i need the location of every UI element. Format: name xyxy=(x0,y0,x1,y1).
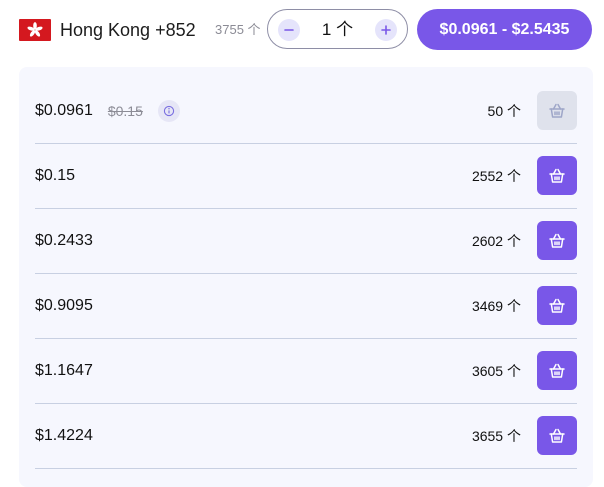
basket-icon xyxy=(549,428,565,443)
price-range-button[interactable]: $0.0961 - $2.5435 xyxy=(417,9,592,50)
price-tier-row: $1.1647 3605 个 xyxy=(35,339,577,404)
basket-icon xyxy=(549,233,565,248)
add-to-cart-button[interactable] xyxy=(537,221,577,260)
basket-icon xyxy=(549,298,565,313)
basket-icon xyxy=(549,363,565,378)
add-to-cart-button[interactable] xyxy=(537,351,577,390)
tier-price: $0.15 xyxy=(35,167,76,184)
price-tier-row: $0.0961 $0.15 50 个 xyxy=(35,79,577,144)
tier-count: 50 个 xyxy=(487,103,521,119)
tier-price: $0.0961 xyxy=(35,102,93,119)
quantity-value[interactable]: 1 个 xyxy=(308,19,367,41)
minus-icon xyxy=(284,29,294,31)
header-bar: Hong Kong +852 3755 个 1 个 $0.0961 - $2.5… xyxy=(0,0,604,60)
add-to-cart-button[interactable] xyxy=(537,286,577,325)
country-label: Hong Kong +852 xyxy=(60,20,196,40)
decrement-button[interactable] xyxy=(278,19,300,41)
tier-original-price: $0.15 xyxy=(107,103,143,119)
hong-kong-flag-icon xyxy=(19,19,51,41)
increment-button[interactable] xyxy=(375,19,397,41)
add-to-cart-button[interactable] xyxy=(537,416,577,455)
tier-count: 3655 个 xyxy=(471,428,521,444)
stock-count: 3755 个 xyxy=(215,22,261,37)
tier-count: 2552 个 xyxy=(471,168,521,184)
row-divider xyxy=(35,468,577,469)
add-to-cart-button[interactable] xyxy=(537,91,577,130)
basket-icon xyxy=(549,168,565,183)
price-tier-row: $0.2433 2602 个 xyxy=(35,209,577,274)
price-tier-row: $0.9095 3469 个 xyxy=(35,274,577,339)
quantity-stepper[interactable]: 1 个 xyxy=(267,9,408,49)
tier-price: $0.2433 xyxy=(35,232,93,249)
info-icon[interactable] xyxy=(157,100,180,122)
add-to-cart-button[interactable] xyxy=(537,156,577,195)
price-tier-row: $1.4224 3655 个 xyxy=(35,404,577,469)
tier-count: 2602 个 xyxy=(471,233,521,249)
tier-price: $1.1647 xyxy=(35,362,93,379)
tier-price: $1.4224 xyxy=(35,427,93,444)
price-tier-list: $0.0961 $0.15 50 个 $0.15 2552 个 $0.2433 … xyxy=(19,67,593,487)
tier-count: 3605 个 xyxy=(471,363,521,379)
tier-price: $0.9095 xyxy=(35,297,93,314)
basket-icon xyxy=(549,103,565,118)
price-tier-row: $0.15 2552 个 xyxy=(35,144,577,209)
tier-count: 3469 个 xyxy=(471,298,521,314)
plus-icon xyxy=(381,25,391,35)
